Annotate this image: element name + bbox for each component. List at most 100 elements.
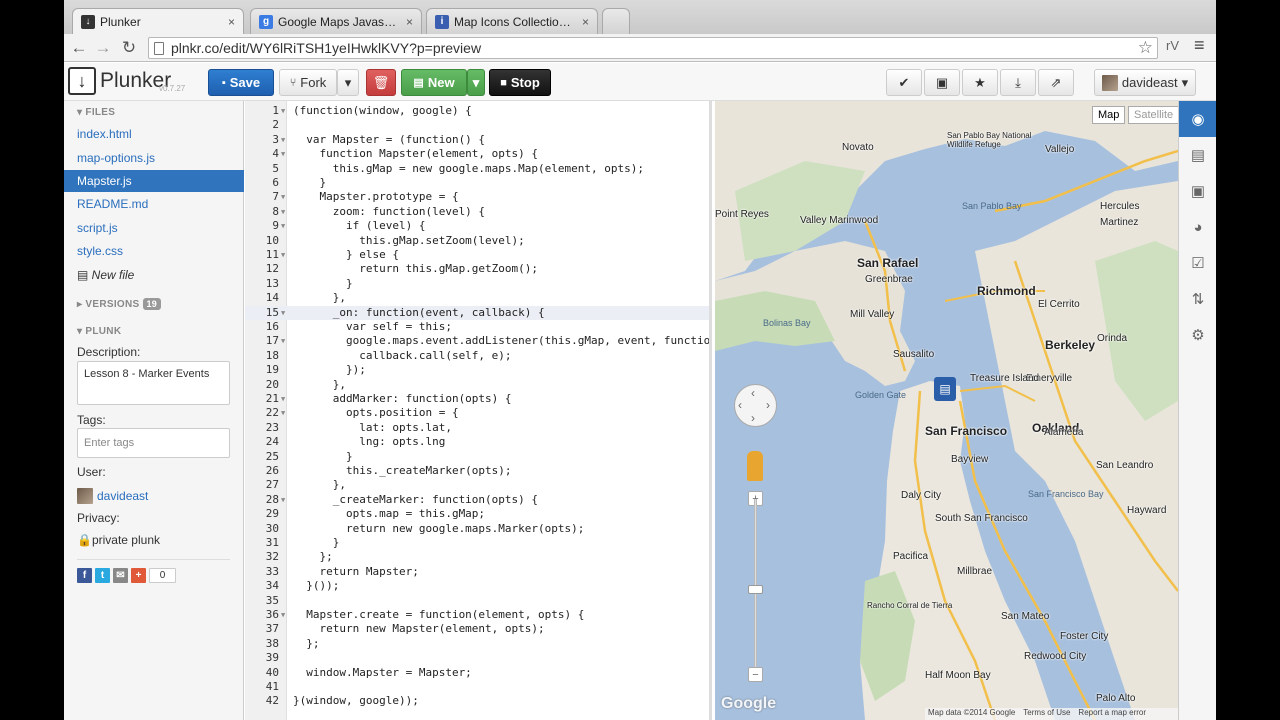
file-item-map-options-js[interactable]: map-options.js	[64, 147, 244, 169]
code-line[interactable]: 11 ▼ } else {	[245, 248, 709, 262]
code-line[interactable]: 17 ▼ google.maps.event.addListener(this.g…	[245, 334, 709, 348]
code-line[interactable]: 12 return this.gMap.getZoom();	[245, 262, 709, 276]
briefcase-button[interactable]: ▣	[924, 69, 960, 96]
extension-icon[interactable]: rV	[1166, 38, 1179, 53]
sync-icon[interactable]: ⇅	[1179, 281, 1216, 317]
fold-arrow-icon[interactable]: ▼	[281, 493, 285, 507]
stop-button[interactable]: ■ Stop	[489, 69, 551, 96]
back-icon[interactable]: ←	[68, 37, 90, 59]
code-line[interactable]: 31 }	[245, 536, 709, 550]
code-line[interactable]: 16 var self = this;	[245, 320, 709, 334]
email-icon[interactable]: ✉	[113, 568, 128, 583]
address-bar[interactable]: plnkr.co/edit/WY6lRiTSH1yeIHwklKVY?p=pre…	[148, 37, 1158, 59]
code-line[interactable]: 35	[245, 594, 709, 608]
plus-share-icon[interactable]: +	[131, 568, 146, 583]
code-line[interactable]: 24 lng: opts.lng	[245, 435, 709, 449]
twitter-icon[interactable]: t	[95, 568, 110, 583]
code-line[interactable]: 38 };	[245, 637, 709, 651]
tab-google-maps-api[interactable]: g Google Maps Javascript AP ×	[250, 8, 422, 34]
code-line[interactable]: 32 };	[245, 550, 709, 564]
zoom-out-button[interactable]: −	[748, 667, 763, 682]
checkbox-icon[interactable]: ☑	[1179, 245, 1216, 281]
code-line[interactable]: 40 window.Mapster = Mapster;	[245, 666, 709, 680]
code-line[interactable]: 33 return Mapster;	[245, 565, 709, 579]
code-line[interactable]: 7 ▼ Mapster.prototype = {	[245, 190, 709, 204]
street-view-pegman-icon[interactable]	[747, 451, 763, 481]
file-item-index-html[interactable]: index.html	[64, 123, 244, 145]
files-heading[interactable]: ▾ FILES	[77, 107, 115, 118]
pan-up-icon[interactable]: ‹	[751, 386, 755, 400]
new-tab-button[interactable]	[602, 8, 630, 34]
menu-icon[interactable]: ≡	[1194, 35, 1205, 56]
palette-icon[interactable]: ◕	[1179, 209, 1216, 245]
fold-arrow-icon[interactable]: ▼	[281, 190, 285, 204]
close-tab-icon[interactable]: ×	[406, 15, 413, 29]
code-line[interactable]: 6 }	[245, 176, 709, 190]
pan-left-icon[interactable]: ‹	[738, 398, 742, 412]
tab-map-icons[interactable]: i Map Icons Collection | Goo ×	[426, 8, 598, 34]
plunk-heading[interactable]: ▾ PLUNK	[77, 326, 121, 337]
code-line[interactable]: 2	[245, 118, 709, 132]
file-item-readme-md[interactable]: README.md	[64, 193, 244, 215]
map-preview[interactable]: Map Satellite San Rafael Richmond Berkeley…	[715, 101, 1178, 720]
new-dropdown-button[interactable]: ▾	[467, 69, 485, 96]
code-line[interactable]: 36 ▼ Mapster.create = function(element, o…	[245, 608, 709, 622]
book-icon[interactable]: ▤	[1179, 137, 1216, 173]
code-line[interactable]: 13 }	[245, 277, 709, 291]
bookmark-star-icon[interactable]: ☆	[1138, 38, 1153, 58]
close-tab-icon[interactable]: ×	[582, 15, 589, 29]
fold-arrow-icon[interactable]: ▼	[281, 133, 285, 147]
code-line[interactable]: 39	[245, 651, 709, 665]
pan-right-icon[interactable]: ›	[766, 398, 770, 412]
check-button[interactable]: ✔	[886, 69, 922, 96]
map-marker-icon[interactable]: ▤	[934, 377, 956, 401]
fold-arrow-icon[interactable]: ▼	[281, 205, 285, 219]
code-line[interactable]: 15 ▼ _on: function(event, callback) {	[245, 305, 709, 320]
code-line[interactable]: 28 ▼ _createMarker: function(opts) {	[245, 493, 709, 507]
code-line[interactable]: 20 },	[245, 378, 709, 392]
user-link[interactable]: davideast	[77, 488, 148, 504]
code-line[interactable]: 22 ▼ opts.position = {	[245, 406, 709, 420]
map-type-satellite-button[interactable]: Satellite	[1128, 106, 1178, 124]
forward-icon[interactable]: →	[92, 37, 114, 59]
fold-arrow-icon[interactable]: ▼	[281, 147, 285, 161]
report-link[interactable]: Report a map error	[1078, 708, 1146, 720]
code-line[interactable]: 1 ▼ (function(window, google) {	[245, 104, 709, 118]
fork-button[interactable]: ⑂ Fork	[279, 69, 337, 96]
plunker-logo-icon[interactable]: ↓	[68, 67, 96, 95]
tags-input[interactable]: Enter tags	[77, 428, 230, 458]
code-line[interactable]: 3 ▼ var Mapster = (function() {	[245, 133, 709, 147]
fold-arrow-icon[interactable]: ▼	[281, 406, 285, 420]
code-line[interactable]: 37 return new Mapster(element, opts);	[245, 622, 709, 636]
code-line[interactable]: 41	[245, 680, 709, 694]
code-line[interactable]: 30 return new google.maps.Marker(opts);	[245, 522, 709, 536]
save-button[interactable]: ▪ Save	[208, 69, 274, 96]
fork-dropdown-button[interactable]: ▾	[337, 69, 359, 96]
eye-icon[interactable]: ◉	[1179, 101, 1216, 137]
fold-arrow-icon[interactable]: ▼	[281, 104, 285, 118]
fold-arrow-icon[interactable]: ▼	[281, 608, 285, 622]
new-button[interactable]: ▤ New	[401, 69, 467, 96]
briefcase-icon[interactable]: ▣	[1179, 173, 1216, 209]
file-item-style-css[interactable]: style.css	[64, 240, 244, 262]
download-button[interactable]: ⤓	[1000, 69, 1036, 96]
code-line[interactable]: 9 ▼ if (level) {	[245, 219, 709, 233]
code-line[interactable]: 4 ▼ function Mapster(element, opts) {	[245, 147, 709, 161]
close-tab-icon[interactable]: ×	[228, 15, 235, 29]
user-menu-button[interactable]: davideast ▾	[1094, 69, 1196, 96]
code-line[interactable]: 21 ▼ addMarker: function(opts) {	[245, 392, 709, 406]
code-line[interactable]: 29 opts.map = this.gMap;	[245, 507, 709, 521]
tab-plunker[interactable]: ↓ Plunker ×	[72, 8, 244, 34]
zoom-slider-handle[interactable]	[748, 585, 763, 594]
delete-button[interactable]: 🗑	[366, 69, 396, 96]
star-button[interactable]: ★	[962, 69, 998, 96]
fold-arrow-icon[interactable]: ▼	[281, 392, 285, 406]
code-line[interactable]: 26 this._createMarker(opts);	[245, 464, 709, 478]
open-external-button[interactable]: ⇗	[1038, 69, 1074, 96]
code-line[interactable]: 25 }	[245, 450, 709, 464]
pan-control[interactable]: ‹ ‹ › ›	[734, 384, 777, 427]
fold-arrow-icon[interactable]: ▼	[281, 219, 285, 233]
code-line[interactable]: 23 lat: opts.lat,	[245, 421, 709, 435]
gear-icon[interactable]: ⚙	[1179, 317, 1216, 353]
fold-arrow-icon[interactable]: ▼	[281, 248, 285, 262]
